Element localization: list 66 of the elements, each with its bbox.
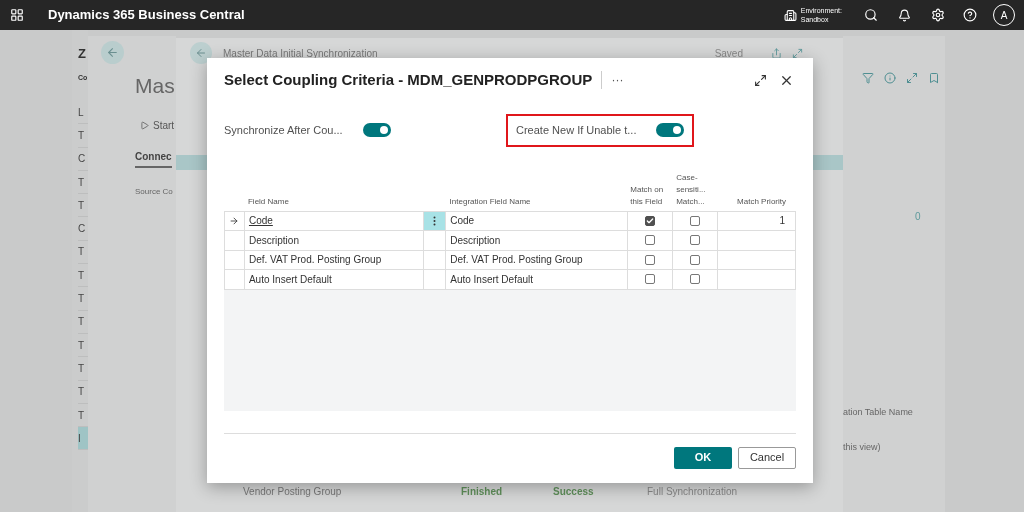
environment-icon [783, 8, 797, 22]
note-text: this view) [843, 440, 881, 454]
page-title: Z [78, 45, 86, 63]
expand-icon[interactable] [754, 73, 767, 87]
table-row[interactable]: Description Description [225, 231, 796, 251]
app-launcher-icon[interactable] [10, 8, 24, 22]
column-header: ation Table Name [843, 406, 913, 419]
toggle-switch[interactable] [656, 123, 685, 138]
table-cell-text: Def. VAT Prod. Posting Group [248, 253, 382, 268]
back-arrow-icon [106, 46, 119, 59]
share-icon[interactable] [771, 47, 782, 59]
checkbox[interactable] [645, 274, 655, 285]
value-text: 0 [915, 210, 921, 224]
ok-button[interactable]: OK [674, 446, 732, 469]
back-button[interactable] [190, 42, 212, 64]
play-icon [140, 120, 149, 130]
checkbox[interactable] [645, 254, 655, 265]
start-button[interactable]: Start [140, 117, 175, 133]
settings-icon[interactable] [931, 8, 945, 22]
toggle-label: Synchronize After Cou... [224, 123, 343, 138]
table-row[interactable]: Code Code 1 [225, 211, 796, 231]
help-icon[interactable] [963, 8, 977, 22]
status-text: Success [553, 484, 595, 499]
row-arrow-icon [229, 215, 240, 226]
column-header: Match on this Field [629, 183, 665, 208]
checkbox[interactable] [645, 215, 655, 226]
table-cell[interactable]: Code [248, 213, 273, 229]
status-text: Finished [461, 484, 504, 499]
table-cell-text: Description [248, 233, 299, 248]
checkbox[interactable] [690, 274, 701, 285]
bell-icon[interactable] [898, 8, 911, 22]
search-icon[interactable] [864, 8, 878, 22]
table-cell-text: Def. VAT Prod. Posting Group [450, 253, 583, 268]
table-row[interactable]: Auto Insert Default Auto Insert Default [225, 270, 796, 290]
toggle-label: Create New If Unable t... [516, 123, 637, 138]
filter-icon[interactable] [862, 72, 874, 84]
more-button[interactable]: ··· [611, 71, 624, 89]
checkbox[interactable] [690, 215, 701, 226]
more-options-icon[interactable] [433, 215, 437, 226]
checkbox[interactable] [690, 254, 701, 265]
section-tab[interactable]: Connec [135, 148, 172, 168]
column-header: Match Priority [736, 195, 787, 208]
back-arrow-icon [195, 47, 207, 59]
table-cell-text: Auto Insert Default [248, 272, 332, 287]
checkbox[interactable] [690, 235, 701, 246]
toggle-switch[interactable] [362, 123, 391, 138]
field-label: Source Co [135, 185, 173, 198]
table-cell-text: Full Synchronization [647, 484, 738, 499]
page-title: Mas [135, 73, 175, 99]
checkbox[interactable] [645, 235, 655, 246]
table-cell-text: Code [450, 214, 475, 229]
column-header: Integration Field Name [448, 195, 532, 208]
table-row[interactable]: Def. VAT Prod. Posting Group Def. VAT Prod. Posting Group [225, 250, 796, 270]
bookmark-icon[interactable] [928, 72, 940, 84]
table-cell-text: Auto Insert Default [450, 272, 534, 287]
column-header: Field Name [246, 195, 290, 208]
app-name: Dynamics 365 Business Central [48, 6, 245, 25]
list-row[interactable]: I [78, 427, 88, 451]
cancel-button[interactable]: Cancel [738, 446, 796, 469]
dialog-title: Select Coupling Criteria - MDM_GENPRODPGROUP [224, 69, 593, 90]
page-title: Master Data Initial Synchronization [223, 46, 378, 61]
saved-status: Saved [714, 46, 743, 61]
table-cell-text: Description [450, 233, 501, 248]
table-cell-text: 1 [779, 214, 785, 229]
table-cell-text: Vendor Posting Group [243, 484, 343, 499]
column-header: Case-sensiti... Match... [675, 171, 707, 208]
